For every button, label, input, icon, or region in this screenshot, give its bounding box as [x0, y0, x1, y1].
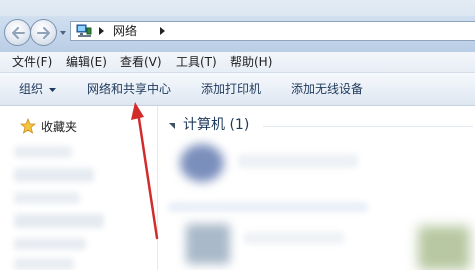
network-sharing-center-button[interactable]: 网络和共享中心 [87, 82, 171, 96]
add-printer-button[interactable]: 添加打印机 [201, 82, 261, 96]
group-header-computer[interactable]: 计算机 (1) [183, 117, 249, 134]
menu-edit[interactable]: 编辑(E) [66, 55, 107, 69]
breadcrumb-chevron-icon[interactable] [160, 27, 165, 35]
content-pane: 计算机 (1) [158, 106, 475, 270]
add-wireless-device-button[interactable]: 添加无线设备 [291, 82, 363, 96]
star-icon [20, 118, 36, 134]
organize-button[interactable]: 组织 [19, 82, 43, 96]
command-bar: 组织 网络和共享中心 添加打印机 添加无线设备 [0, 73, 475, 106]
menu-tools[interactable]: 工具(T) [176, 55, 217, 69]
blurred-nav-item [14, 192, 80, 204]
blurred-nav-item [14, 146, 72, 158]
breadcrumb-network[interactable]: 网络 [113, 24, 137, 38]
blurred-computer-icon[interactable] [180, 144, 224, 182]
back-button[interactable] [4, 19, 31, 46]
blurred-device-icon[interactable] [418, 226, 470, 270]
collapse-group-icon[interactable] [168, 122, 176, 130]
forward-button[interactable] [30, 19, 57, 46]
network-folder-icon [76, 24, 92, 37]
forward-arrow-icon [36, 26, 50, 39]
menu-bar: 文件(F) 编辑(E) 查看(V) 工具(T) 帮助(H) [0, 52, 475, 73]
recent-pages-dropdown-icon[interactable] [59, 29, 67, 37]
blurred-nav-item [14, 238, 86, 250]
back-arrow-icon [11, 26, 25, 39]
breadcrumb-chevron-icon[interactable] [99, 27, 104, 35]
blurred-device-icon[interactable] [186, 224, 230, 264]
favorites-item[interactable]: 收藏夹 [41, 120, 77, 134]
organize-dropdown-icon[interactable] [49, 88, 56, 92]
blurred-nav-item [14, 258, 74, 270]
menu-file[interactable]: 文件(F) [12, 55, 52, 69]
navigation-pane: 收藏夹 [0, 106, 157, 270]
blurred-nav-item [14, 168, 94, 182]
blurred-item-label [244, 232, 344, 244]
menu-view[interactable]: 查看(V) [120, 55, 162, 69]
title-blur-region [0, 0, 475, 16]
blurred-group-header [168, 202, 368, 212]
blurred-nav-item [14, 214, 104, 228]
window-titlebar: 网络 [0, 0, 475, 52]
group-divider [263, 126, 473, 127]
menu-help[interactable]: 帮助(H) [230, 55, 272, 69]
blurred-item-label [238, 154, 358, 168]
address-bar[interactable]: 网络 [70, 21, 475, 41]
